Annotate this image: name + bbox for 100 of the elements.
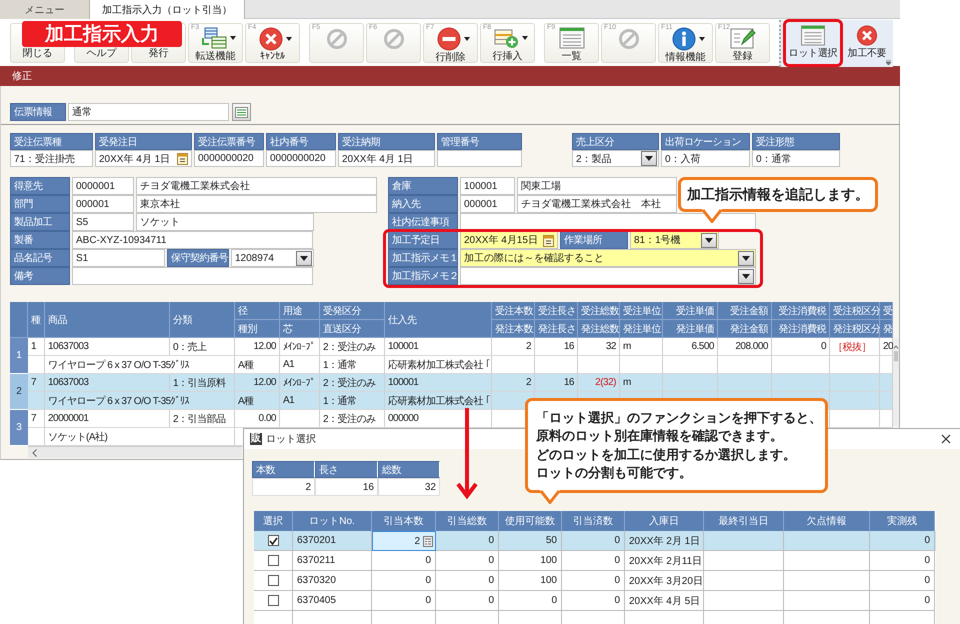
column-header: 発注金額 (718, 320, 772, 338)
column-header: 引当本数 (372, 511, 436, 531)
column-header: 種別 (235, 320, 280, 338)
table-cell: 0 (772, 338, 830, 356)
table-cell: 208.000 (718, 338, 772, 356)
field-label: 備考 (10, 267, 70, 285)
table-cell: ﾒｲﾝﾛｰﾌﾟ (280, 338, 320, 356)
table-cell: 1 (28, 338, 45, 356)
column-header: 直送区分 (320, 320, 385, 338)
table-cell: 7 (28, 410, 45, 428)
column-header: 総数 (378, 461, 440, 478)
table-cell: 12.00 (235, 338, 280, 356)
table-cell: ﾒｲﾝﾛｰﾌﾟ (280, 374, 320, 392)
table-cell: 16 (315, 478, 378, 496)
column-header: 発注消費税 (772, 320, 830, 338)
table-cell: 1：引当原料 (170, 374, 235, 392)
table-cell: 2 (492, 374, 535, 392)
table-cell: 32 (578, 338, 620, 356)
column-header: 商品 (45, 302, 170, 338)
column-header: 選択 (254, 511, 293, 531)
table-cell: 100001 (385, 374, 492, 392)
column-header: 入庫日 (625, 511, 704, 531)
column-header: 受注税区分 (830, 302, 880, 320)
column-label: 受発注日 (95, 133, 192, 150)
field-label: 伝票情報 (10, 103, 66, 121)
field-label: 品名記号 (10, 249, 70, 267)
column-header: 受注長さ (535, 302, 578, 320)
column-header: 径 (235, 302, 280, 320)
column-header: 受注単価 (663, 302, 718, 320)
table-cell: 12.00 (235, 374, 280, 392)
table-cell: 20000001 (45, 410, 170, 428)
column-header: 使用可能数 (499, 511, 562, 531)
field-label: 加工指示メモ１ (388, 249, 458, 267)
column-header: 仕入先 (385, 302, 492, 338)
column-header: 分類 (170, 302, 235, 338)
callout-text: 原料のロット別在庫情報を確認できます。 (536, 427, 783, 446)
table-cell: m (620, 374, 663, 392)
column-header: 発注総数 (578, 320, 620, 338)
table-cell: 10637003 (45, 374, 170, 392)
column-header: 実測残 (870, 511, 935, 531)
callout-text: 加工指示情報を追記します。 (687, 186, 869, 204)
column-header: 引当済数 (562, 511, 625, 531)
column-header: 受 (880, 302, 893, 320)
column-header: 受注本数 (492, 302, 535, 320)
table-cell: 7 (28, 374, 45, 392)
column-header: 発注長さ (535, 320, 578, 338)
column-header: 長さ (315, 461, 378, 478)
table-cell: 2 (252, 478, 315, 496)
field-label: 製番 (10, 231, 70, 249)
column-label: 受注形態 (752, 133, 840, 150)
column-header: 受注金額 (718, 302, 772, 320)
column-label: 出荷ロケーション (661, 133, 750, 150)
column-label: 社内番号 (266, 133, 336, 150)
column-header: 種 (28, 302, 45, 338)
column-label: 受注伝票種 (10, 133, 93, 150)
column-header: 発注税区分 (830, 320, 880, 338)
column-label: 売上区分 (572, 133, 659, 150)
column-header: ロットNo. (293, 511, 372, 531)
table-cell: 16 (535, 338, 578, 356)
column-header: 受注消費税 (772, 302, 830, 320)
field-label: 作業場所 (560, 231, 628, 249)
table-cell: ［税抜］ (830, 338, 880, 356)
field-label: 製品加工 (10, 213, 70, 231)
column-header: 欠点情報 (784, 511, 870, 531)
table-cell: 2：引当部品 (170, 410, 235, 428)
column-label: 管理番号 (437, 133, 522, 150)
column-header: 受注単位 (620, 302, 663, 320)
table-cell: 2(32) (578, 374, 620, 392)
column-header: 本数 (252, 461, 315, 478)
table-cell: 2：受注のみ (320, 374, 385, 392)
field-label: 保守契約番号 (167, 249, 229, 267)
column-label: 受注伝票番号 (194, 133, 264, 150)
callout-text: 「ロット選択」のファンクションを押下すると、 (536, 409, 822, 428)
column-header: 受発区分 (320, 302, 385, 320)
column-header: 発注単価 (663, 320, 718, 338)
column-header: 発 (880, 320, 893, 338)
table-cell: 6.500 (663, 338, 718, 356)
table-cell: 10637003 (45, 338, 170, 356)
column-header: 用途 (280, 302, 320, 320)
field-label: 倉庫 (388, 177, 458, 195)
table-cell: 0：売上 (170, 338, 235, 356)
column-header: 最終引当日 (704, 511, 784, 531)
column-header: 発注本数 (492, 320, 535, 338)
field-label: 部門 (10, 195, 70, 213)
column-header: 受注総数 (578, 302, 620, 320)
table-cell: 32 (378, 478, 440, 496)
field-label: 得意先 (10, 177, 70, 195)
column-header: 発注単位 (620, 320, 663, 338)
column-header: 引当総数 (436, 511, 499, 531)
field-label: 加工予定日 (388, 231, 458, 249)
column-label: 受注納期 (338, 133, 435, 150)
mode-label: 修正 (0, 66, 900, 86)
callout-text: ロットの分割も可能です。 (536, 464, 692, 482)
field-label: 納入先 (388, 195, 458, 213)
table-cell: 16 (535, 374, 578, 392)
table-cell: 100001 (385, 338, 492, 356)
column-header: 芯 (280, 320, 320, 338)
table-cell: 2 (492, 338, 535, 356)
app-logo: 販 (250, 433, 262, 445)
dialog-title: ロット選択 (266, 433, 316, 446)
